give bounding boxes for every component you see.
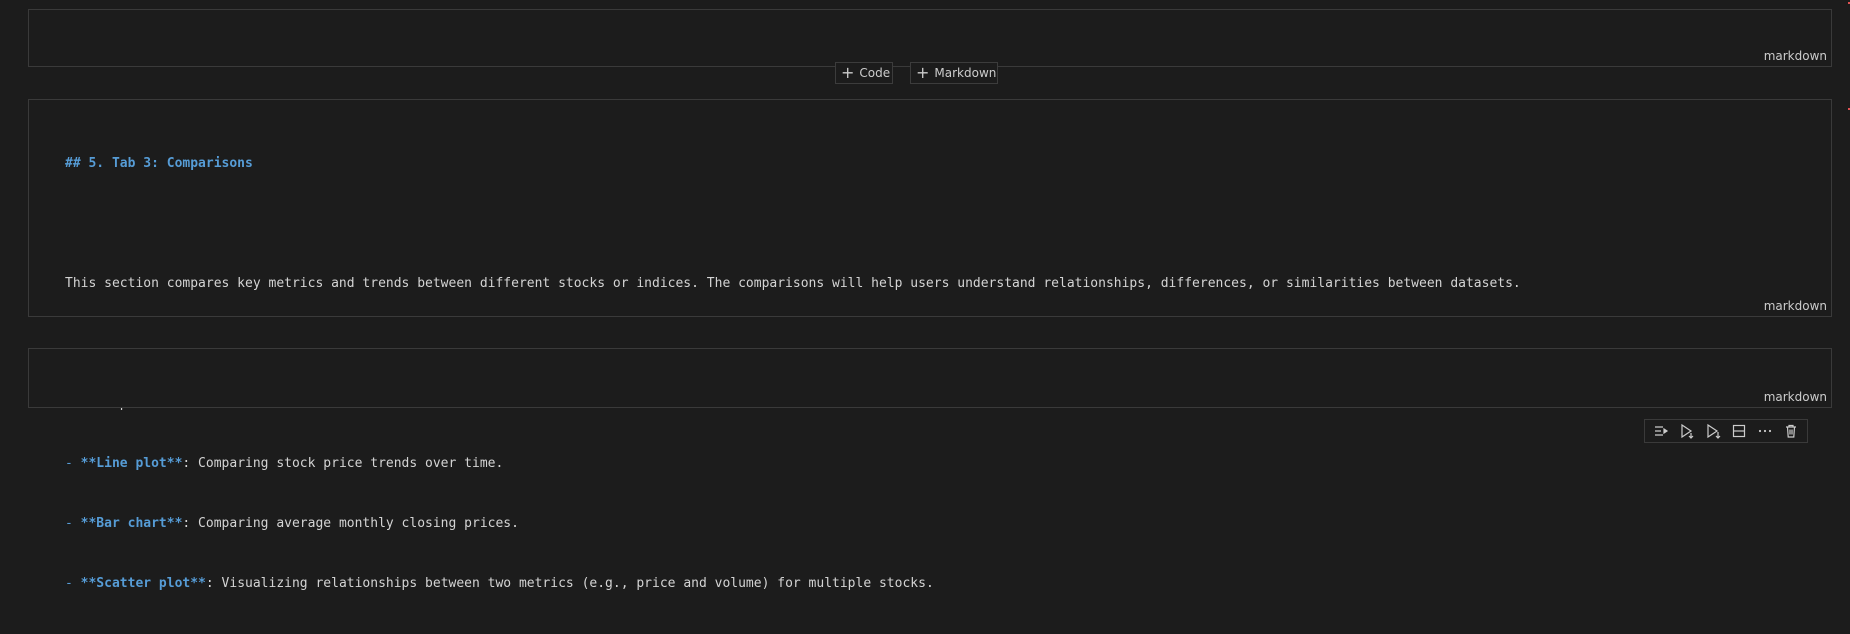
markdown-paragraph: This section compares key metrics and tr… [65,276,1521,291]
markdown-cell-top[interactable]: markdown [28,9,1832,67]
list-item: - **Line plot**: Comparing stock price t… [65,456,504,471]
split-cell-icon[interactable] [1729,422,1749,440]
run-by-line-icon[interactable] [1651,422,1671,440]
add-code-cell-button[interactable]: + Code [835,62,893,84]
list-item: - **Bar chart**: Comparing average month… [65,516,519,531]
plus-icon: + [916,63,930,82]
list-item: - **Scatter plot**: Visualizing relation… [65,576,934,591]
markdown-cell-comparisons[interactable]: ## 5. Tab 3: Comparisons This section co… [28,99,1832,591]
cell-language-label[interactable]: markdown [1764,49,1827,63]
more-icon[interactable] [1755,422,1775,440]
cell-language-label[interactable]: markdown [1764,390,1827,404]
add-cell-bar: + Code + Markdown [0,62,1850,86]
add-markdown-label: Markdown [934,66,997,80]
markdown-heading: ## 5. Tab 3: Comparisons [65,156,253,171]
plus-icon: + [841,63,855,82]
execute-above-icon[interactable] [1677,422,1697,440]
cell-toolbar [1644,419,1808,443]
execute-below-icon[interactable] [1703,422,1723,440]
cell-language-label[interactable]: markdown [1764,299,1827,313]
add-markdown-cell-button[interactable]: + Markdown [910,62,998,84]
delete-icon[interactable] [1781,422,1801,440]
markdown-cell-bottom[interactable]: markdown [28,348,1832,408]
add-code-label: Code [859,66,891,80]
